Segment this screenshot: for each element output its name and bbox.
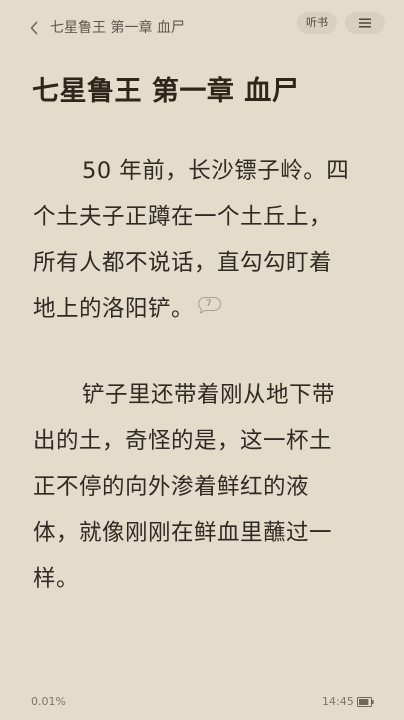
chapter-content: 50 年前，长沙镖子岭。四 个土夫子正蹲在一个土丘上， 所有人都不说话，直勾勾盯… — [33, 148, 378, 602]
back-button[interactable] — [24, 16, 44, 40]
paragraph-2: 铲子里还带着刚从地下带 出的土，奇怪的是，这一杯土 正不停的向外渗着鲜红的液 体… — [33, 372, 378, 602]
listen-button[interactable]: 听书 — [297, 12, 337, 34]
text-line: 正不停的向外渗着鲜红的液 — [33, 474, 310, 500]
text-line: 地上的洛阳铲。 7 — [33, 286, 378, 332]
text-line: 铲子里还带着刚从地下带 — [82, 382, 336, 408]
menu-icon — [359, 18, 371, 28]
header-title: 七星鲁王 第一章 血尸 — [50, 20, 185, 36]
text-line: 50 年前，长沙镖子岭。四 — [82, 158, 350, 184]
clock-time: 14:45 — [322, 695, 354, 708]
comment-count: 7 — [205, 299, 213, 309]
text-line: 样。 — [33, 566, 80, 592]
text-line-text: 地上的洛阳铲。 — [33, 296, 195, 322]
paragraph-1: 50 年前，长沙镖子岭。四 个土夫子正蹲在一个土丘上， 所有人都不说话，直勾勾盯… — [33, 148, 378, 332]
text-line: 体，就像刚刚在鲜血里蘸过一 — [33, 520, 333, 546]
chapter-title: 七星鲁王 第一章 血尸 — [32, 76, 300, 107]
text-line: 出的土，奇怪的是，这一杯土 — [33, 428, 333, 454]
reading-progress: 0.01% — [31, 695, 66, 708]
comment-badge[interactable]: 7 — [196, 296, 222, 314]
text-line: 个土夫子正蹲在一个土丘上， — [33, 204, 333, 230]
top-bar: 七星鲁王 第一章 血尸 听书 — [0, 0, 404, 48]
text-line: 所有人都不说话，直勾勾盯着 — [33, 250, 333, 276]
chevron-left-icon — [30, 21, 38, 35]
menu-button[interactable] — [345, 12, 385, 34]
battery-icon — [357, 697, 374, 707]
battery-fill — [359, 699, 369, 705]
